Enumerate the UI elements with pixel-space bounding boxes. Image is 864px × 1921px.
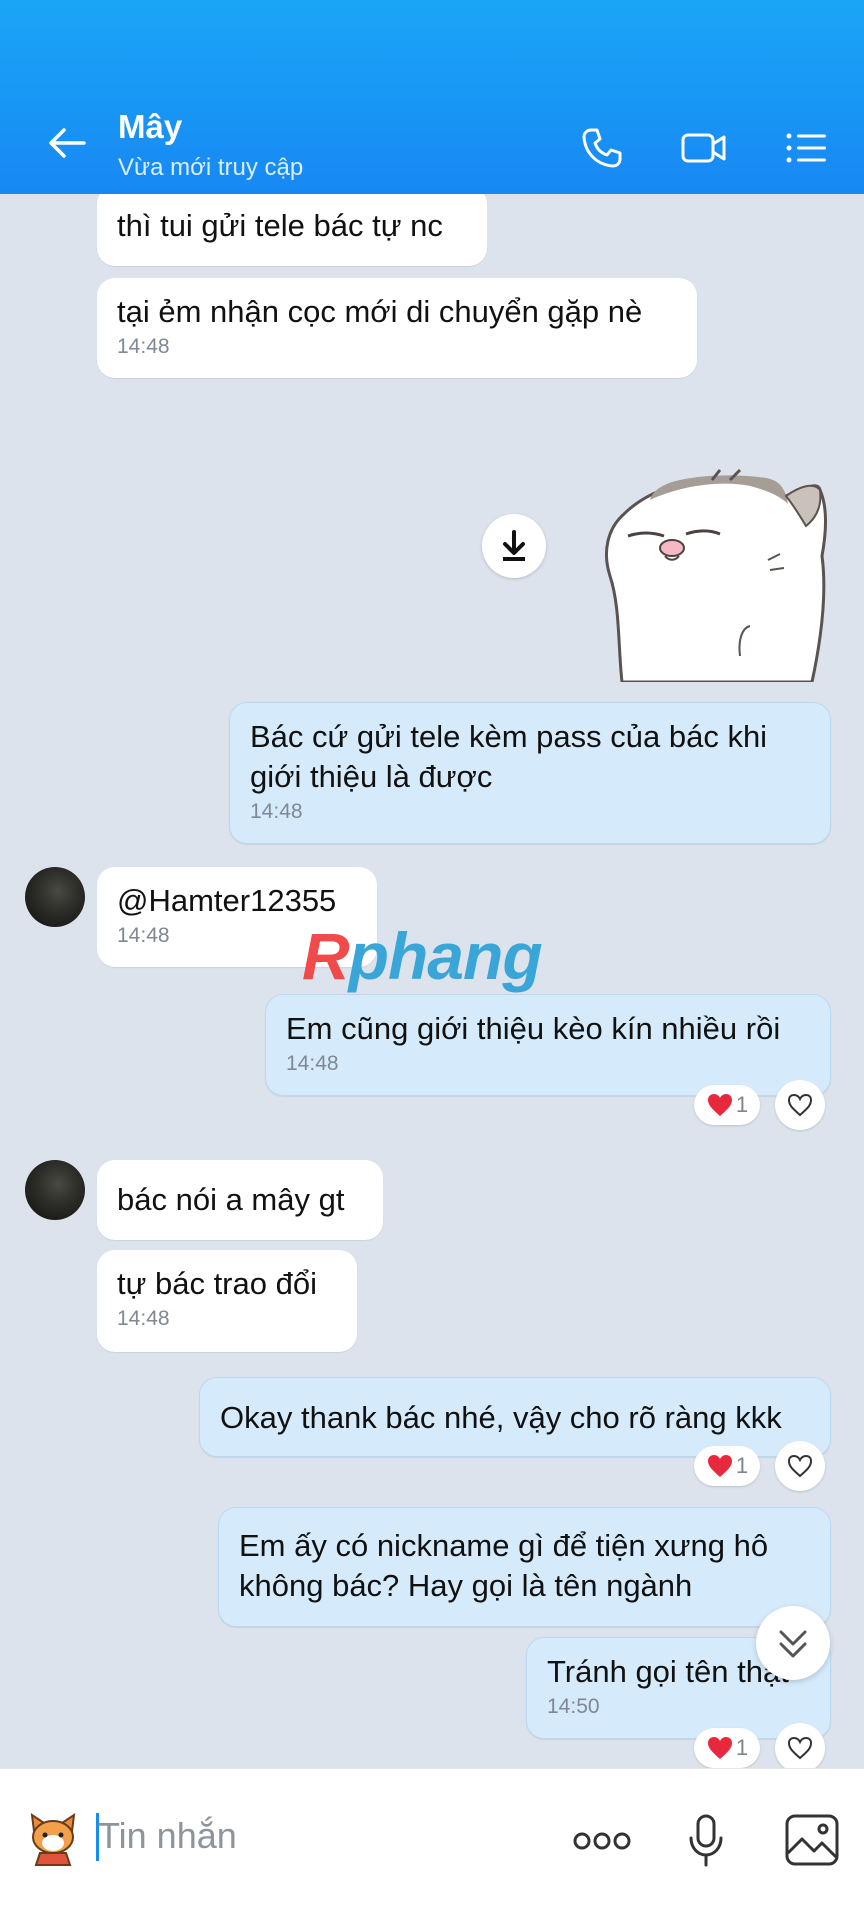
message-text: tại ẻm nhận cọc mới di chuyển gặp nè bbox=[117, 294, 643, 329]
message-text: bác nói a mây gt bbox=[117, 1182, 345, 1217]
chat-header: Mây Vừa mới truy cập bbox=[0, 0, 864, 194]
message-list[interactable]: thì tui gửi tele bác tự nc tại ẻm nhận c… bbox=[0, 194, 864, 1768]
message-text: Okay thank bác nhé, vậy cho rõ ràng kkk bbox=[220, 1400, 782, 1435]
heart-outline-icon bbox=[787, 1454, 813, 1478]
back-arrow-icon[interactable] bbox=[44, 120, 90, 166]
contact-status: Vừa mới truy cập bbox=[118, 154, 304, 181]
contact-name[interactable]: Mây bbox=[118, 108, 182, 146]
message-time: 14:48 bbox=[117, 335, 170, 358]
microphone-icon[interactable] bbox=[686, 1813, 726, 1869]
heart-outline-icon bbox=[787, 1093, 813, 1117]
more-options-icon[interactable] bbox=[572, 1821, 632, 1861]
message-time: 14:48 bbox=[250, 800, 303, 823]
message-text: tự bác trao đổi bbox=[117, 1266, 317, 1301]
heart-reaction-icon bbox=[707, 1737, 732, 1759]
message-bubble[interactable]: bác nói a mây gt bbox=[97, 1160, 383, 1240]
message-text: Em ấy có nickname gì để tiện xưng hô khô… bbox=[239, 1528, 769, 1603]
message-text: Bác cứ gửi tele kèm pass của bác khi giớ… bbox=[250, 719, 768, 794]
message-bubble[interactable]: tại ẻm nhận cọc mới di chuyển gặp nè 14:… bbox=[97, 278, 697, 378]
reaction-count: 1 bbox=[735, 1453, 749, 1478]
menu-list-icon[interactable] bbox=[782, 124, 830, 172]
message-input[interactable]: Tin nhắn bbox=[98, 1815, 237, 1857]
reaction-count: 1 bbox=[735, 1735, 749, 1760]
message-text: thì tui gửi tele bác tự nc bbox=[117, 208, 443, 243]
cat-sticker[interactable] bbox=[590, 456, 835, 682]
reaction-badge[interactable]: 1 bbox=[694, 1728, 760, 1768]
message-time: 14:48 bbox=[117, 1307, 170, 1330]
message-text: @Hamter12355 bbox=[117, 883, 337, 918]
reaction-badge[interactable]: 1 bbox=[694, 1446, 760, 1486]
download-button[interactable] bbox=[482, 514, 546, 578]
avatar[interactable] bbox=[25, 1160, 85, 1220]
heart-reaction-icon bbox=[707, 1455, 732, 1477]
double-chevron-down-icon bbox=[779, 1630, 807, 1658]
reaction-count: 1 bbox=[735, 1092, 749, 1117]
message-text: Em cũng giới thiệu kèo kín nhiều rồi bbox=[286, 1011, 781, 1046]
react-button[interactable] bbox=[775, 1723, 825, 1768]
video-call-icon[interactable] bbox=[680, 124, 728, 172]
message-composer: Tin nhắn bbox=[0, 1768, 864, 1921]
heart-reaction-icon bbox=[707, 1094, 732, 1116]
message-time: 14:50 bbox=[547, 1695, 600, 1718]
react-button[interactable] bbox=[775, 1080, 825, 1130]
reaction-badge[interactable]: 1 bbox=[694, 1085, 760, 1125]
message-bubble[interactable]: Okay thank bác nhé, vậy cho rõ ràng kkk bbox=[199, 1377, 831, 1457]
heart-outline-icon bbox=[787, 1736, 813, 1760]
react-button[interactable] bbox=[775, 1441, 825, 1491]
message-time: 14:48 bbox=[286, 1052, 339, 1075]
avatar[interactable] bbox=[25, 867, 85, 927]
image-gallery-icon[interactable] bbox=[784, 1813, 840, 1867]
message-bubble[interactable]: Em ấy có nickname gì để tiện xưng hô khô… bbox=[218, 1507, 831, 1627]
message-bubble[interactable]: thì tui gửi tele bác tự nc bbox=[97, 194, 487, 266]
message-bubble[interactable]: tự bác trao đổi 14:48 bbox=[97, 1250, 357, 1352]
phone-call-icon[interactable] bbox=[578, 124, 626, 172]
scroll-to-bottom-button[interactable] bbox=[756, 1606, 830, 1680]
download-icon bbox=[503, 530, 525, 561]
sticker-cat-icon[interactable] bbox=[24, 1809, 82, 1867]
watermark-logo: Rphang bbox=[302, 919, 543, 993]
message-bubble[interactable]: Em cũng giới thiệu kèo kín nhiều rồi 14:… bbox=[265, 994, 831, 1096]
message-bubble[interactable]: Bác cứ gửi tele kèm pass của bác khi giớ… bbox=[229, 702, 831, 844]
